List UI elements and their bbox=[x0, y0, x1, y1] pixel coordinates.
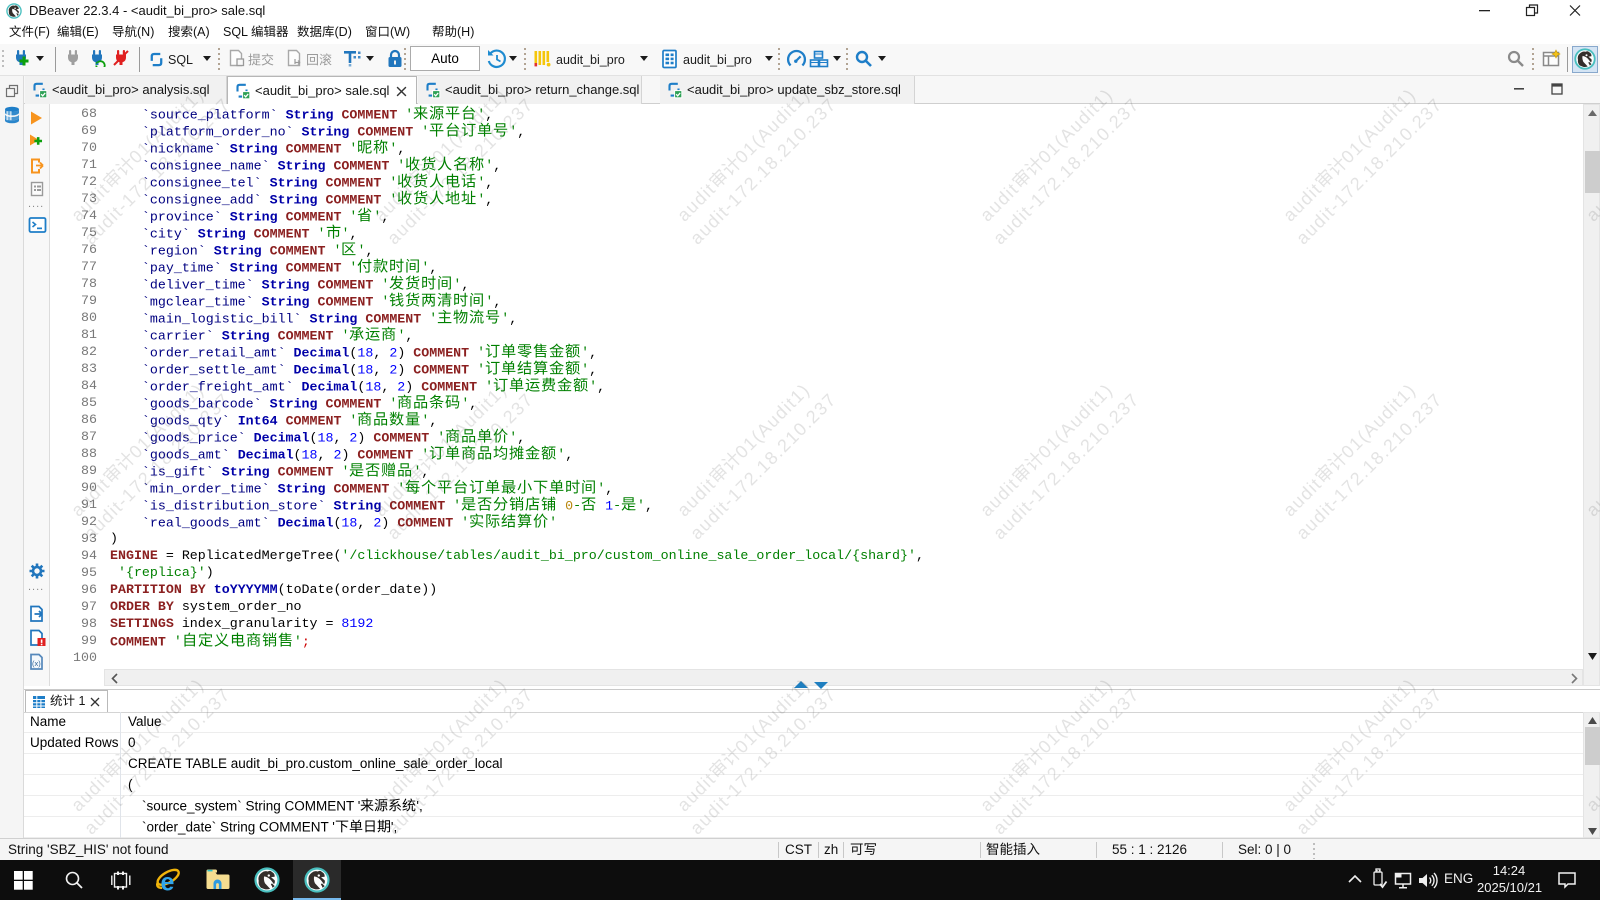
svg-text:(x): (x) bbox=[32, 659, 41, 668]
svg-text:e: e bbox=[161, 869, 175, 896]
